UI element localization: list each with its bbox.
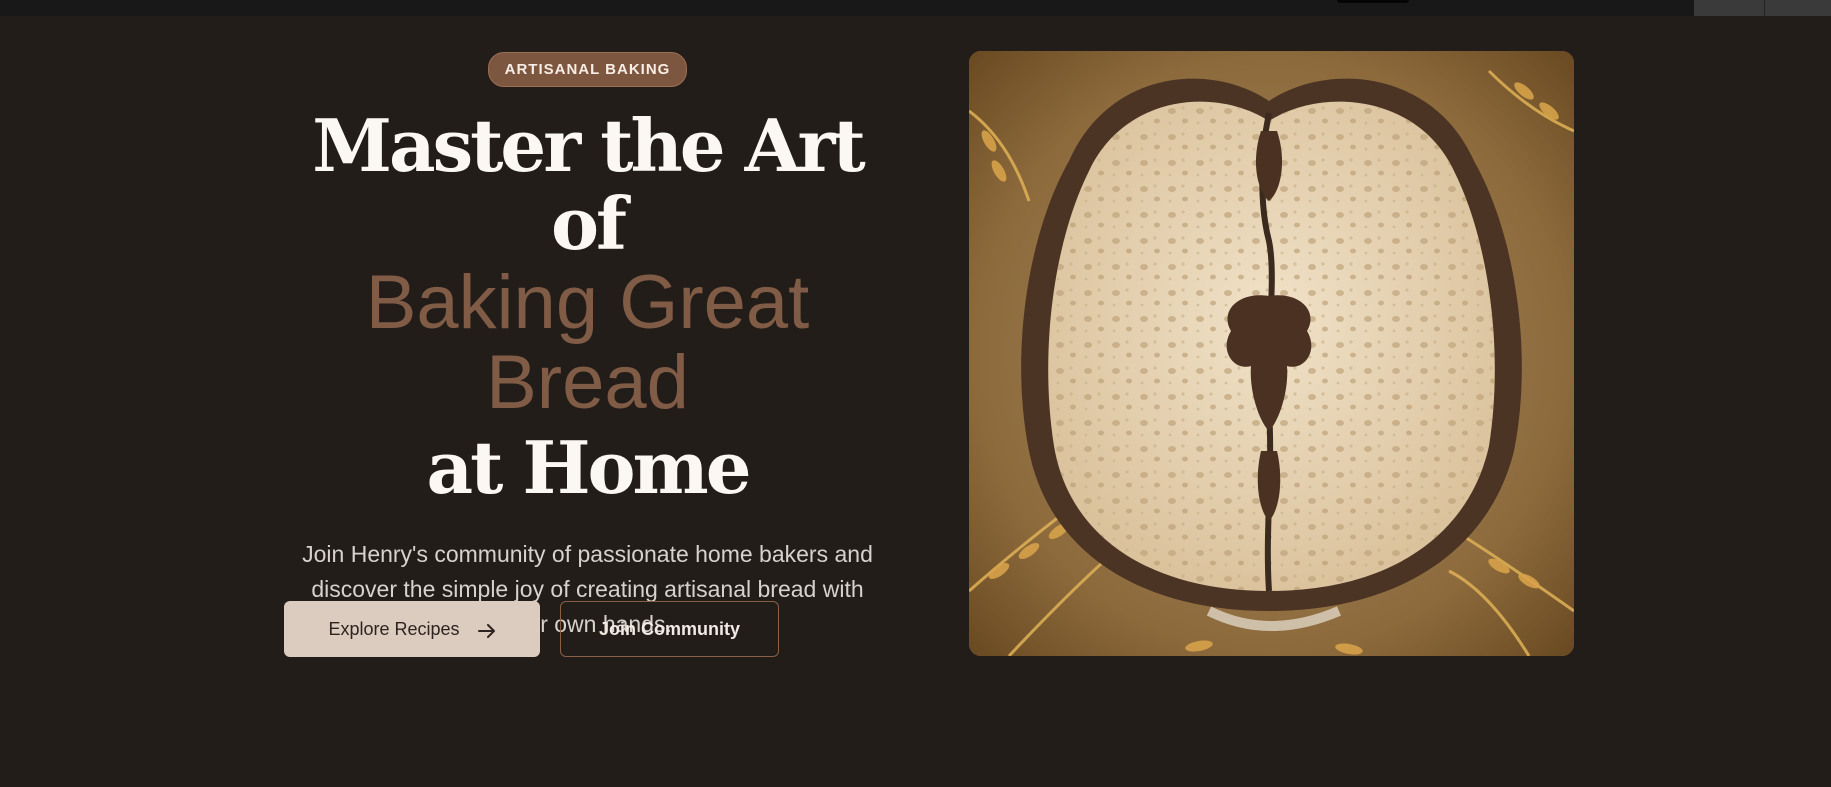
category-badge: ARTISANAL BAKING (487, 52, 688, 87)
window-control-button[interactable] (1694, 0, 1764, 16)
headline-line-2: at Home (426, 425, 751, 510)
bread-loaf-image (969, 51, 1574, 656)
bread-loaf-illustration (969, 51, 1574, 656)
hero-content: ARTISANAL BAKING Master the Art of Bakin… (265, 52, 910, 642)
arrow-right-icon (477, 622, 496, 638)
browser-top-bar (0, 0, 1831, 16)
hero-actions: Explore Recipes Join Community (284, 601, 779, 657)
headline-accent-line-2: Bread (486, 340, 689, 425)
notch-indicator (1337, 0, 1409, 3)
window-control-button[interactable] (1764, 0, 1831, 16)
join-community-label: Join Community (598, 618, 740, 639)
hero-headline: Master the Art of Baking Great Bread at … (265, 107, 910, 507)
explore-recipes-button[interactable]: Explore Recipes (284, 601, 540, 657)
join-community-button[interactable]: Join Community (560, 601, 779, 657)
explore-recipes-label: Explore Recipes (328, 618, 460, 639)
headline-accent-line-1: Baking Great (365, 260, 810, 345)
headline-line-1: Master the Art of (312, 103, 866, 266)
